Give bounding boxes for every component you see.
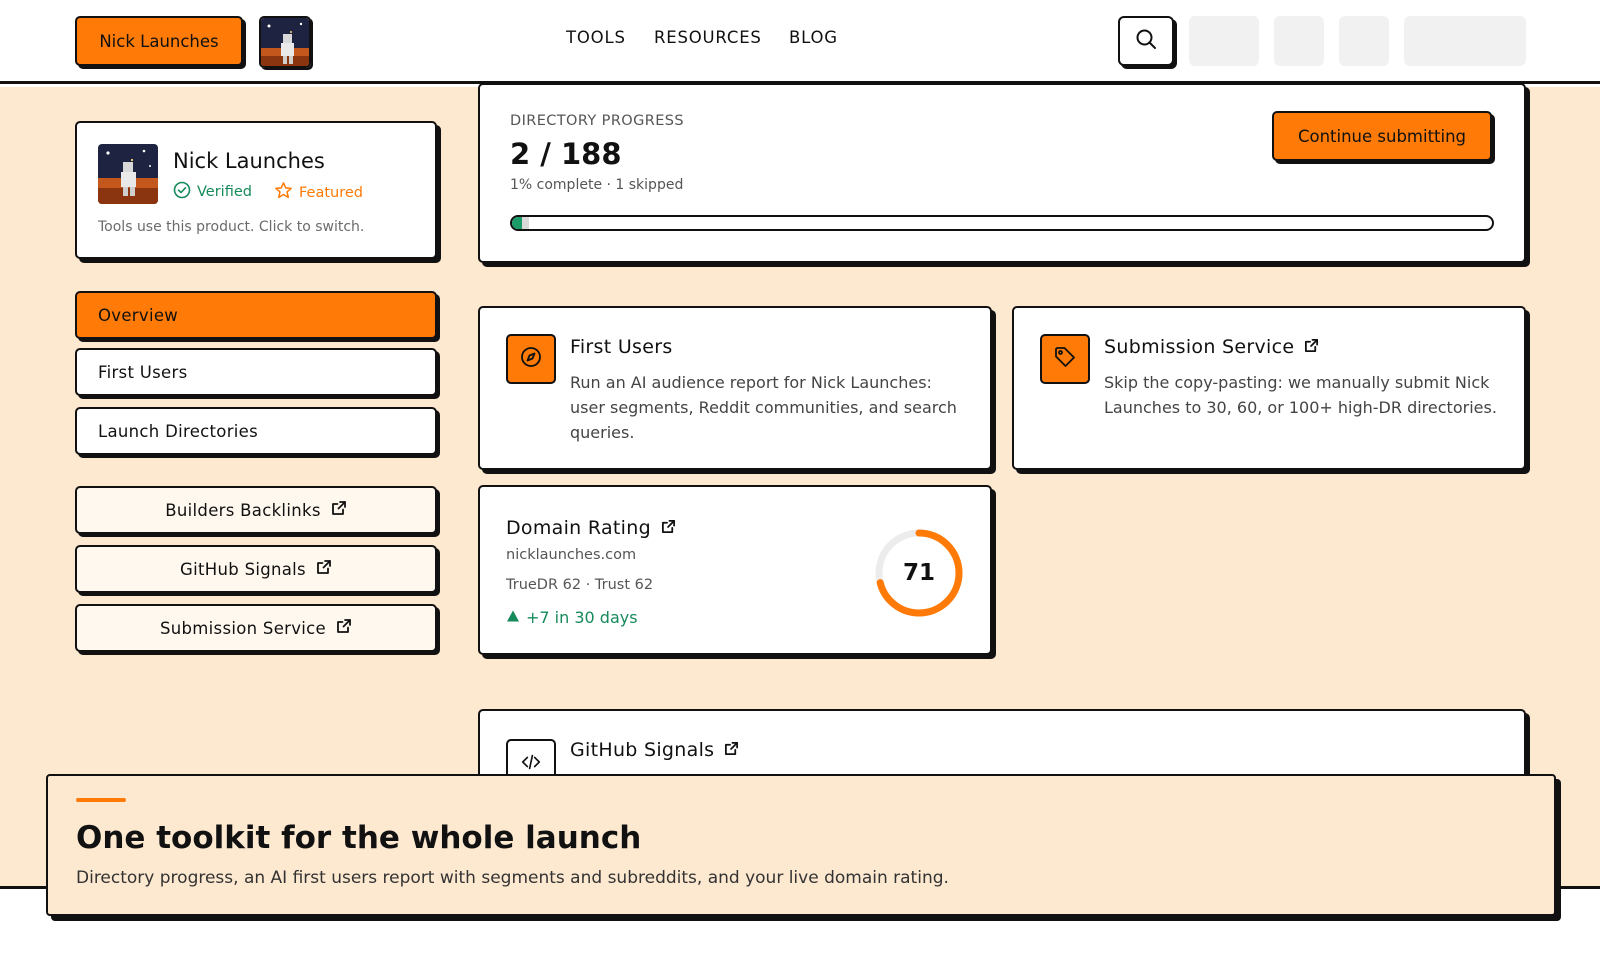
caption-title: One toolkit for the whole launch <box>76 820 642 856</box>
brand-avatar[interactable] <box>259 16 311 68</box>
external-link-icon <box>724 739 739 761</box>
first-users-description: Run an AI audience report for Nick Launc… <box>570 373 957 442</box>
tool-title-label: First Users <box>570 336 673 358</box>
featured-badge: Featured <box>274 181 363 204</box>
progress-bar-fill <box>512 217 523 229</box>
first-users-card[interactable]: First Users Run an AI audience report fo… <box>478 306 992 470</box>
featured-label: Featured <box>299 184 363 201</box>
progress-bar-skipped <box>522 217 530 229</box>
external-link-icon <box>661 517 676 539</box>
compass-icon <box>519 345 543 373</box>
triangle-up-icon <box>506 608 520 627</box>
verified-badge: Verified <box>173 181 252 203</box>
dashboard-main: Nick Launches Verified Featured Tools us… <box>0 83 1600 889</box>
progress-bar <box>510 215 1494 231</box>
tool-title-label: Submission Service <box>1104 336 1295 358</box>
nav-blog[interactable]: BLOG <box>789 28 838 47</box>
sidebar-link-label: GitHub Signals <box>180 559 306 579</box>
domain-rating-score: 71 <box>902 560 935 586</box>
domain-rating-meta: TrueDR 62 · Trust 62 <box>506 577 654 593</box>
verified-label: Verified <box>197 184 252 200</box>
domain-name: nicklaunches.com <box>506 547 637 563</box>
search-button[interactable] <box>1118 16 1174 66</box>
tag-icon <box>1053 345 1077 373</box>
nav-resources[interactable]: RESOURCES <box>654 28 762 47</box>
submission-service-icon-tile <box>1040 334 1090 384</box>
sidebar-link-builders-backlinks[interactable]: Builders Backlinks <box>75 486 437 534</box>
progress-value: 2 / 188 <box>510 137 622 171</box>
search-icon <box>1135 28 1157 54</box>
check-circle-icon <box>173 181 191 203</box>
submission-service-description: Skip the copy-pasting: we manually submi… <box>1104 373 1497 417</box>
star-icon <box>274 181 293 204</box>
caption-subtitle: Directory progress, an AI first users re… <box>76 868 949 888</box>
sidebar-item-overview[interactable]: Overview <box>75 291 437 339</box>
delta-label: +7 in 30 days <box>526 608 638 627</box>
loading-placeholder <box>1404 16 1526 66</box>
sidebar-link-label: Builders Backlinks <box>165 500 321 520</box>
sidebar-link-github-signals[interactable]: GitHub Signals <box>75 545 437 593</box>
brand-button[interactable]: Nick Launches <box>75 16 243 66</box>
top-navigation-bar: Nick Launches TOOLS RESOURCES BLOG <box>0 0 1600 84</box>
product-avatar <box>98 144 158 204</box>
product-switcher-card[interactable]: Nick Launches Verified Featured Tools us… <box>75 121 437 259</box>
domain-rating-card[interactable]: Domain Rating nicklaunches.com TrueDR 62… <box>478 485 992 655</box>
sidebar-item-launch-directories[interactable]: Launch Directories <box>75 407 437 455</box>
first-users-icon-tile <box>506 334 556 384</box>
directory-progress-card: DIRECTORY PROGRESS 2 / 188 1% complete ·… <box>478 83 1526 263</box>
first-users-title: First Users <box>570 336 673 358</box>
progress-label: DIRECTORY PROGRESS <box>510 113 684 129</box>
domain-rating-delta: +7 in 30 days <box>506 608 638 627</box>
submission-service-title: Submission Service <box>1104 336 1319 358</box>
domain-rating-label: Domain Rating <box>506 517 651 539</box>
loading-placeholder <box>1274 16 1324 66</box>
sidebar-item-first-users[interactable]: First Users <box>75 348 437 396</box>
tool-title-label: GitHub Signals <box>570 739 715 761</box>
accent-bar <box>76 798 126 802</box>
progress-subtext: 1% complete · 1 skipped <box>510 177 684 193</box>
sidebar-link-submission-service[interactable]: Submission Service <box>75 604 437 652</box>
github-signals-title: GitHub Signals <box>570 739 739 761</box>
external-link-icon <box>331 500 347 520</box>
loading-placeholder <box>1189 16 1259 66</box>
external-link-icon <box>336 618 352 638</box>
product-switch-hint: Tools use this product. Click to switch. <box>98 219 365 235</box>
product-name: Nick Launches <box>173 149 325 173</box>
external-link-icon <box>316 559 332 579</box>
domain-rating-title: Domain Rating <box>506 517 676 539</box>
loading-placeholder <box>1339 16 1389 66</box>
submission-service-card[interactable]: Submission Service Skip the copy-pasting… <box>1012 306 1526 470</box>
continue-submitting-button[interactable]: Continue submitting <box>1272 111 1492 161</box>
sidebar-link-label: Submission Service <box>159 618 327 638</box>
external-link-icon <box>1304 336 1319 358</box>
nav-tools[interactable]: TOOLS <box>566 28 626 47</box>
feature-caption-panel: One toolkit for the whole launch Directo… <box>46 774 1556 916</box>
